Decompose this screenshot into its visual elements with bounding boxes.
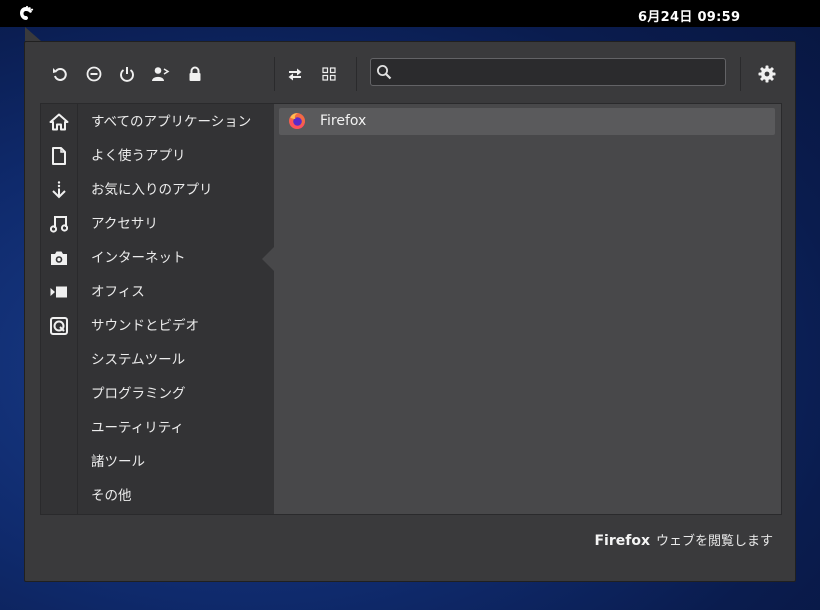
- app-description: Firefox ウェブを閲覧します: [594, 530, 773, 549]
- category-utilities[interactable]: ユーティリティ: [91, 417, 184, 439]
- video-icon[interactable]: [48, 281, 70, 303]
- music-note-icon[interactable]: [48, 213, 70, 235]
- category-other[interactable]: その他: [91, 485, 132, 507]
- category-all-applications[interactable]: すべてのアプリケーション: [91, 111, 251, 133]
- menu-pointer: [25, 27, 41, 41]
- search-input[interactable]: [399, 62, 723, 84]
- category-icon-column: [41, 104, 78, 514]
- menu-content: すべてのアプリケーション よく使うアプリ お気に入りのアプリ アクセサリ インタ…: [40, 103, 782, 515]
- toolbar-separator: [274, 57, 275, 91]
- app-item-firefox[interactable]: Firefox: [279, 108, 775, 135]
- category-office[interactable]: オフィス: [91, 281, 145, 303]
- category-accessories[interactable]: アクセサリ: [91, 213, 158, 235]
- category-programming[interactable]: プログラミング: [91, 383, 186, 405]
- category-list: すべてのアプリケーション よく使うアプリ お気に入りのアプリ アクセサリ インタ…: [78, 104, 274, 514]
- document-icon[interactable]: [48, 145, 70, 167]
- switch-user-icon[interactable]: [149, 62, 173, 86]
- power-icon[interactable]: [115, 62, 139, 86]
- category-sound-and-video[interactable]: サウンドとビデオ: [91, 315, 199, 337]
- application-list: Firefox: [262, 104, 781, 514]
- category-favorite-apps[interactable]: お気に入りのアプリ: [91, 179, 213, 201]
- category-frequent-apps[interactable]: よく使うアプリ: [91, 145, 186, 167]
- logout-icon[interactable]: [82, 62, 106, 86]
- app-name: Firefox: [320, 113, 367, 129]
- clock[interactable]: 6月24日 09:59: [638, 6, 740, 25]
- description-app-name: Firefox: [594, 533, 650, 549]
- category-system-tools[interactable]: システムツール: [91, 349, 185, 371]
- home-icon[interactable]: [48, 111, 70, 133]
- category-internet[interactable]: インターネット: [91, 247, 186, 269]
- category-misc-tools[interactable]: 諸ツール: [91, 451, 145, 473]
- settings-gear-icon[interactable]: [755, 62, 779, 86]
- firefox-icon: [288, 112, 306, 130]
- description-text: ウェブを閲覧します: [655, 534, 773, 549]
- search-icon: [376, 64, 392, 84]
- camera-icon[interactable]: [48, 247, 70, 269]
- top-bar: 6月24日 09:59: [0, 0, 820, 27]
- toggle-view-icon[interactable]: [283, 62, 307, 86]
- applications-menu: すべてのアプリケーション よく使うアプリ お気に入りのアプリ アクセサリ インタ…: [24, 41, 796, 582]
- lock-icon[interactable]: [183, 62, 207, 86]
- toolbar-separator: [356, 57, 357, 91]
- toolbar-separator: [740, 57, 741, 91]
- gnome-foot-icon[interactable]: [16, 4, 36, 24]
- menu-toolbar: [25, 42, 795, 102]
- disk-icon[interactable]: [48, 315, 70, 337]
- search-box[interactable]: [370, 58, 726, 86]
- grid-view-icon[interactable]: [317, 62, 341, 86]
- download-arrow-icon[interactable]: [48, 179, 70, 201]
- restart-icon[interactable]: [48, 62, 72, 86]
